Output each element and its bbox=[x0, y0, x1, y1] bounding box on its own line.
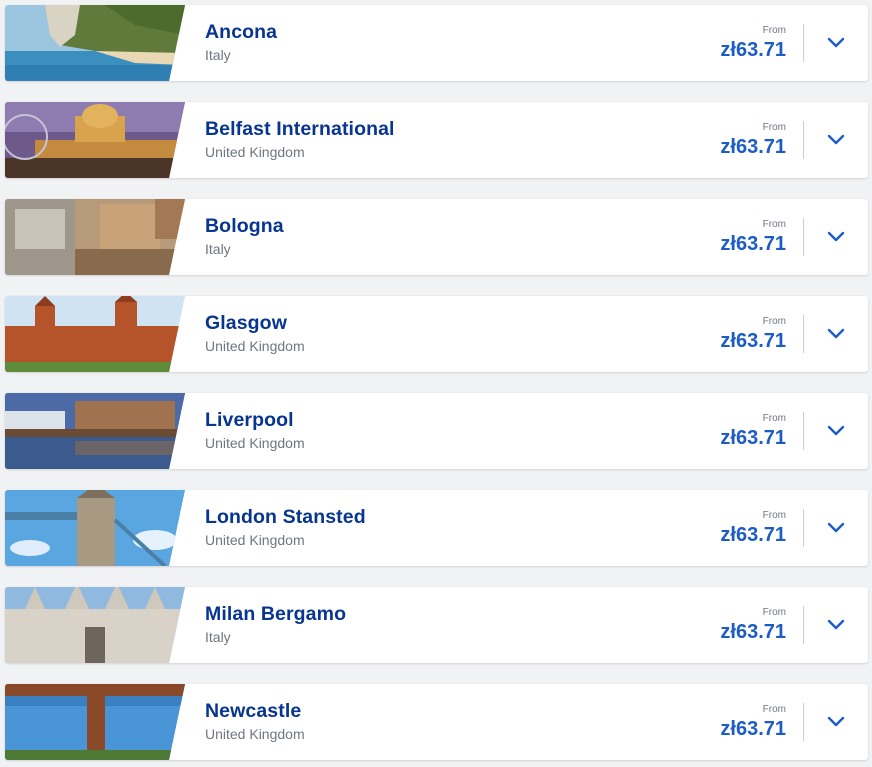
from-label: From bbox=[762, 607, 786, 618]
destination-card-glasgow[interactable]: Glasgow United Kingdom From zł63.71 bbox=[5, 296, 868, 372]
city-name: Glasgow bbox=[205, 312, 287, 334]
expand-button[interactable] bbox=[804, 102, 868, 178]
destination-photo bbox=[5, 5, 185, 81]
country-name: Italy bbox=[205, 47, 231, 63]
destination-photo bbox=[5, 199, 185, 275]
price: zł63.71 bbox=[720, 330, 786, 352]
chevron-down-icon bbox=[827, 425, 845, 436]
chevron-down-icon bbox=[827, 522, 845, 533]
destination-card-liverpool[interactable]: Liverpool United Kingdom From zł63.71 bbox=[5, 393, 868, 469]
expand-button[interactable] bbox=[804, 296, 868, 372]
from-label: From bbox=[762, 704, 786, 715]
destination-photo bbox=[5, 296, 185, 372]
price: zł63.71 bbox=[720, 233, 786, 255]
chevron-down-icon bbox=[827, 716, 845, 727]
city-name: Belfast International bbox=[205, 118, 395, 140]
city-name: Bologna bbox=[205, 215, 284, 237]
destination-photo bbox=[5, 393, 185, 469]
destination-photo bbox=[5, 587, 185, 663]
chevron-down-icon bbox=[827, 134, 845, 145]
price: zł63.71 bbox=[720, 427, 786, 449]
price: zł63.71 bbox=[720, 621, 786, 643]
chevron-down-icon bbox=[827, 619, 845, 630]
country-name: United Kingdom bbox=[205, 532, 305, 548]
destination-card-london-stansted[interactable]: London Stansted United Kingdom From zł63… bbox=[5, 490, 868, 566]
from-label: From bbox=[762, 510, 786, 521]
expand-button[interactable] bbox=[804, 199, 868, 275]
price: zł63.71 bbox=[720, 39, 786, 61]
chevron-down-icon bbox=[827, 328, 845, 339]
destination-photo bbox=[5, 102, 185, 178]
chevron-down-icon bbox=[827, 231, 845, 242]
from-label: From bbox=[762, 122, 786, 133]
expand-button[interactable] bbox=[804, 490, 868, 566]
destination-card-newcastle[interactable]: Newcastle United Kingdom From zł63.71 bbox=[5, 684, 868, 760]
destination-card-ancona[interactable]: Ancona Italy From zł63.71 bbox=[5, 5, 868, 81]
destination-card-milan-bergamo[interactable]: Milan Bergamo Italy From zł63.71 bbox=[5, 587, 868, 663]
destination-photo bbox=[5, 490, 185, 566]
destination-photo bbox=[5, 684, 185, 760]
expand-button[interactable] bbox=[804, 684, 868, 760]
city-name: Milan Bergamo bbox=[205, 603, 347, 625]
country-name: Italy bbox=[205, 241, 231, 257]
city-name: Newcastle bbox=[205, 700, 302, 722]
from-label: From bbox=[762, 25, 786, 36]
from-label: From bbox=[762, 316, 786, 327]
expand-button[interactable] bbox=[804, 5, 868, 81]
price: zł63.71 bbox=[720, 136, 786, 158]
expand-button[interactable] bbox=[804, 393, 868, 469]
destination-card-belfast-international[interactable]: Belfast International United Kingdom Fro… bbox=[5, 102, 868, 178]
city-name: London Stansted bbox=[205, 506, 366, 528]
destination-card-bologna[interactable]: Bologna Italy From zł63.71 bbox=[5, 199, 868, 275]
price: zł63.71 bbox=[720, 718, 786, 740]
from-label: From bbox=[762, 413, 786, 424]
city-name: Ancona bbox=[205, 21, 278, 43]
city-name: Liverpool bbox=[205, 409, 294, 431]
country-name: Italy bbox=[205, 629, 231, 645]
country-name: United Kingdom bbox=[205, 144, 305, 160]
country-name: United Kingdom bbox=[205, 338, 305, 354]
expand-button[interactable] bbox=[804, 587, 868, 663]
country-name: United Kingdom bbox=[205, 435, 305, 451]
chevron-down-icon bbox=[827, 37, 845, 48]
destination-list: Ancona Italy From zł63.71 Belfast Intern… bbox=[0, 0, 872, 767]
country-name: United Kingdom bbox=[205, 726, 305, 742]
from-label: From bbox=[762, 219, 786, 230]
price: zł63.71 bbox=[720, 524, 786, 546]
